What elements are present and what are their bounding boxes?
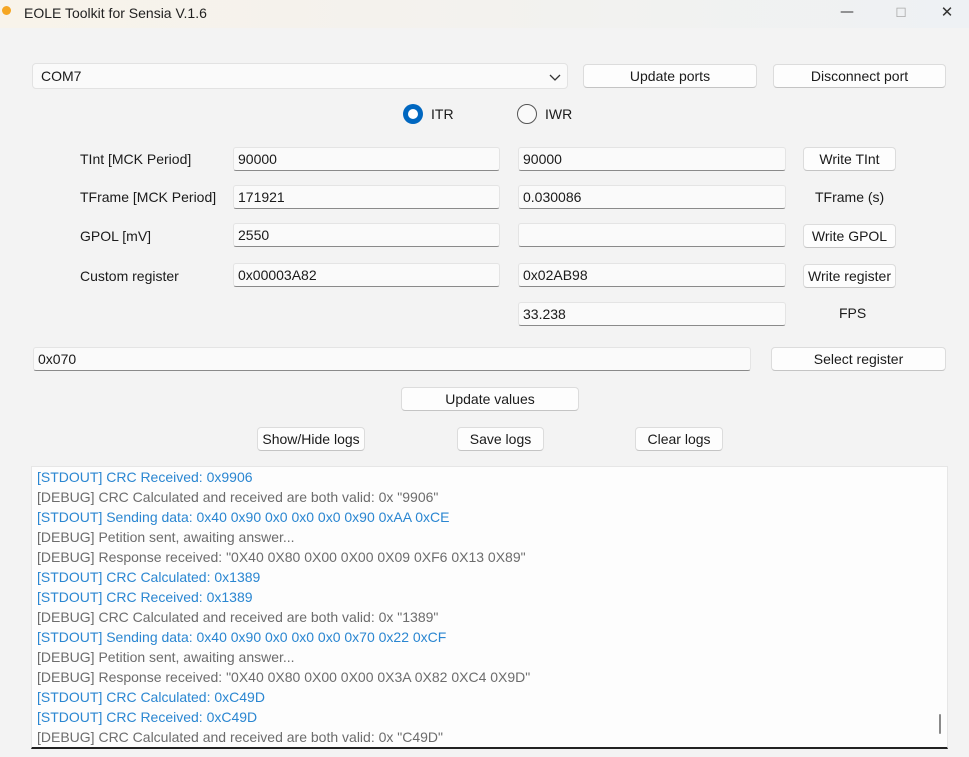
minimize-icon[interactable]: — (824, 2, 870, 24)
log-line: [DEBUG] Petition sent, awaiting answer..… (37, 529, 295, 545)
fps-output[interactable]: 33.238 (518, 302, 786, 326)
disconnect-port-button[interactable]: Disconnect port (773, 64, 946, 88)
log-line: [DEBUG] CRC Calculated and received are … (37, 609, 439, 625)
gpol-input[interactable]: 2550 (233, 223, 500, 247)
log-line: [STDOUT] Sending data: 0x40 0x90 0x0 0x0… (37, 629, 447, 645)
log-line: [STDOUT] CRC Received: 0x1389 (37, 589, 253, 605)
tint-label: TInt [MCK Period] (80, 151, 192, 167)
custom-register-label: Custom register (80, 268, 179, 284)
log-line: [DEBUG] Response received: "0X40 0X80 0X… (37, 669, 531, 685)
fps-label: FPS (839, 305, 867, 321)
show-hide-logs-button[interactable]: Show/Hide logs (257, 427, 365, 451)
save-logs-button[interactable]: Save logs (457, 427, 544, 451)
port-select[interactable]: COM7 (32, 63, 568, 89)
itr-radio-label: ITR (431, 106, 454, 122)
iwr-radio[interactable] (517, 104, 537, 124)
update-values-button[interactable]: Update values (401, 387, 579, 411)
close-icon[interactable]: ✕ (924, 2, 969, 24)
write-gpol-button[interactable]: Write GPOL (803, 224, 896, 248)
tint-input[interactable]: 90000 (233, 147, 500, 171)
gpol-label: GPOL [mV] (80, 228, 152, 244)
log-line: [STDOUT] CRC Received: 0x9906 (37, 469, 253, 485)
clear-logs-button[interactable]: Clear logs (635, 427, 723, 451)
gpol-output[interactable] (518, 223, 786, 247)
log-line: [STDOUT] CRC Calculated: 0xC49D (37, 689, 265, 705)
port-select-value: COM7 (41, 68, 82, 84)
iwr-radio-label: IWR (545, 106, 573, 122)
chevron-down-icon (549, 74, 561, 81)
update-ports-button[interactable]: Update ports (583, 64, 757, 88)
custom-register-output[interactable]: 0x02AB98 (518, 263, 786, 287)
tframe-label: TFrame [MCK Period] (80, 189, 217, 205)
tint-output[interactable]: 90000 (518, 147, 786, 171)
select-register-button[interactable]: Select register (771, 347, 946, 371)
log-line: [STDOUT] Sending data: 0x40 0x90 0x0 0x0… (37, 509, 450, 525)
window-title: EOLE Toolkit for Sensia V.1.6 (24, 5, 207, 21)
log-line: [DEBUG] CRC Calculated and received are … (37, 729, 444, 745)
log-output[interactable]: [STDOUT] CRC Received: 0x9906 [DEBUG] CR… (31, 466, 948, 749)
app-icon (2, 6, 11, 15)
maximize-icon[interactable]: ◻ (878, 2, 924, 24)
log-line: [STDOUT] CRC Received: 0xC49D (37, 709, 258, 725)
log-scrollbar[interactable] (939, 714, 941, 734)
log-line: [STDOUT] CRC Calculated: 0x1389 (37, 569, 261, 585)
tframe-seconds-label: TFrame (s) (815, 189, 885, 205)
write-register-button[interactable]: Write register (803, 264, 896, 288)
itr-radio[interactable] (403, 104, 423, 124)
custom-register-input[interactable]: 0x00003A82 (233, 263, 500, 287)
register-address-input[interactable]: 0x070 (33, 347, 751, 371)
title-bar: EOLE Toolkit for Sensia V.1.6 — ◻ ✕ (0, 0, 969, 28)
log-line: [DEBUG] Petition sent, awaiting answer..… (37, 649, 295, 665)
write-tint-button[interactable]: Write TInt (803, 147, 896, 171)
log-line: [DEBUG] CRC Calculated and received are … (37, 489, 439, 505)
log-line: [DEBUG] Response received: "0X40 0X80 0X… (37, 549, 526, 565)
tframe-input[interactable]: 171921 (233, 185, 500, 209)
tframe-seconds-output[interactable]: 0.030086 (518, 185, 786, 209)
